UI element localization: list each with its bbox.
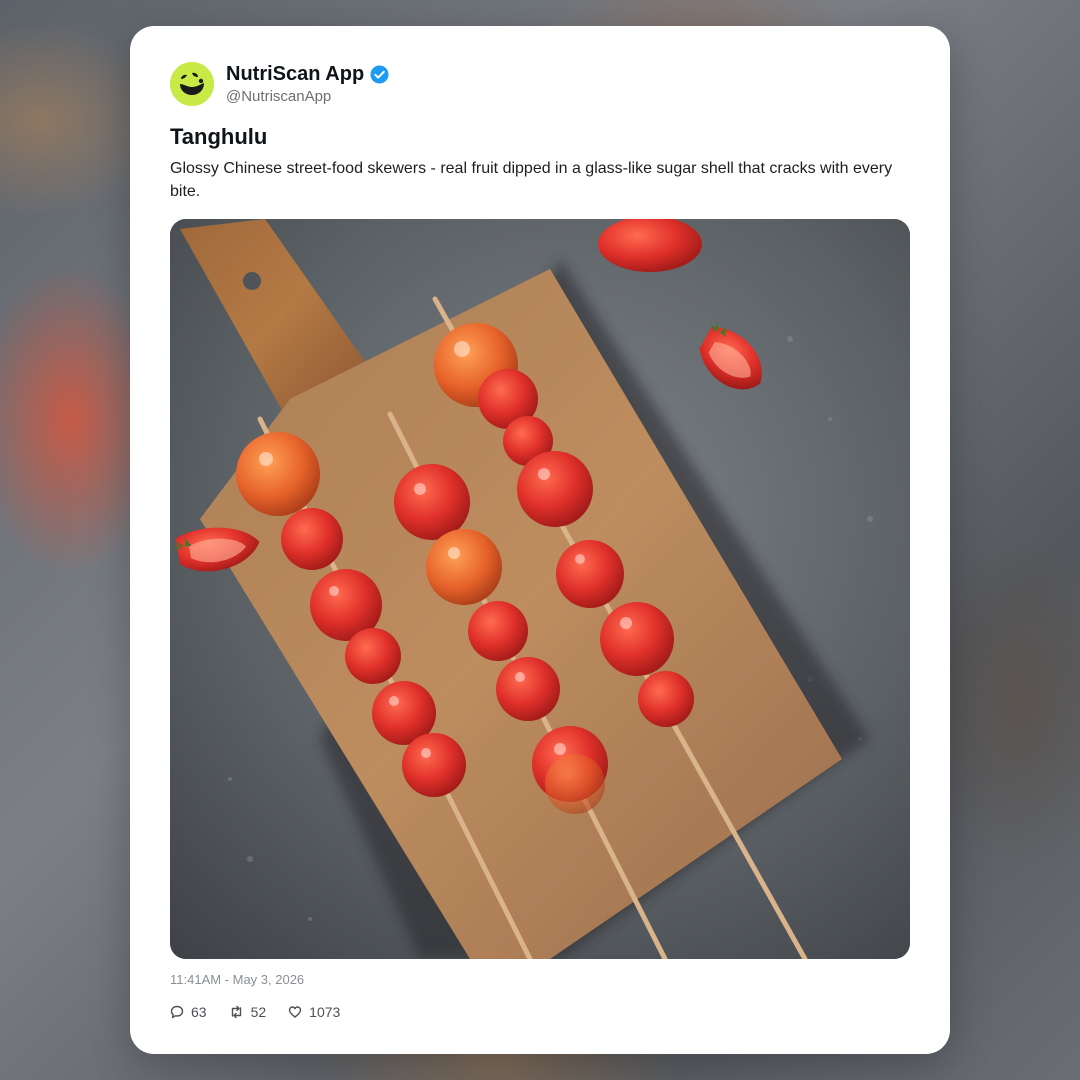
post-timestamp[interactable]: 11:41AM - May 3, 2026 [170,972,304,987]
engagement-bar: 63 52 1073 [170,1004,340,1020]
repost-arrows-icon [231,1005,241,1019]
post-card: NutriScan App @NutriscanApp Tanghulu Glo… [130,26,950,1054]
reply-bubble-icon [170,1005,184,1019]
tanghulu-strawberry-skewers-photo [170,219,910,959]
like-button[interactable]: 1073 [288,1004,340,1020]
avatar[interactable] [170,62,214,106]
repost-count: 52 [250,1004,267,1020]
verified-badge-icon [370,65,389,84]
heart-icon [288,1006,302,1018]
smiling-face-logo-icon [170,62,214,106]
author-name-row[interactable]: NutriScan App [226,63,389,86]
like-count: 1073 [309,1004,341,1020]
post-body-text: Glossy Chinese street-food skewers - rea… [170,160,893,200]
reply-button[interactable]: 63 [170,1004,207,1020]
repost-button[interactable]: 52 [229,1004,267,1020]
post-title: Tanghulu [170,124,268,149]
tanghulu-photo[interactable] [170,219,910,959]
author-handle[interactable]: @NutriscanApp [226,88,331,105]
author-display-name[interactable]: NutriScan App [226,63,364,86]
reply-count: 63 [191,1004,207,1020]
